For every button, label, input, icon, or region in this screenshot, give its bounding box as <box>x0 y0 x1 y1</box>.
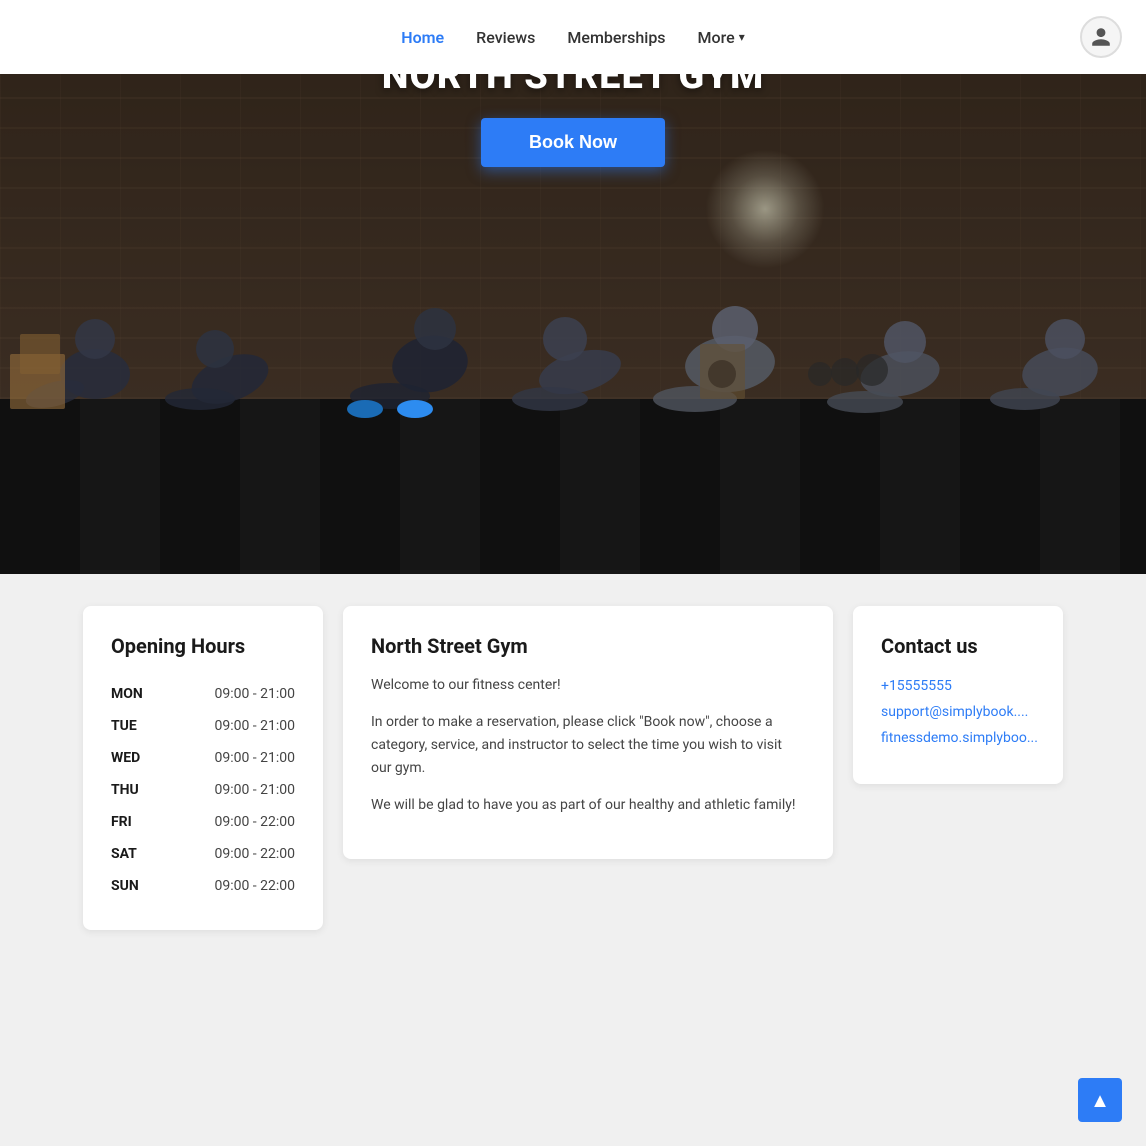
info-welcome: Welcome to our fitness center! <box>371 674 805 697</box>
hours-row: SUN 09:00 - 22:00 <box>111 870 295 902</box>
hours-row: THU 09:00 - 21:00 <box>111 774 295 806</box>
contact-email[interactable]: support@simplybook.... <box>881 704 1035 720</box>
hero-section: NORTH STREET GYM Book Now <box>0 74 1146 574</box>
day-hours: 09:00 - 22:00 <box>214 814 295 830</box>
day-hours: 09:00 - 21:00 <box>214 686 295 702</box>
info-card: North Street Gym Welcome to our fitness … <box>343 606 833 859</box>
nav-links: Home Reviews Memberships More ▾ <box>401 28 744 47</box>
contact-card: Contact us +15555555 support@simplybook.… <box>853 606 1063 784</box>
scroll-top-button[interactable]: ▲ <box>1078 1078 1122 1122</box>
nav-reviews[interactable]: Reviews <box>476 28 535 47</box>
info-paragraph2: We will be glad to have you as part of o… <box>371 794 805 817</box>
hours-row: WED 09:00 - 21:00 <box>111 742 295 774</box>
hero-content: NORTH STREET GYM Book Now <box>0 74 1146 167</box>
hours-row: TUE 09:00 - 21:00 <box>111 710 295 742</box>
hours-row: MON 09:00 - 21:00 <box>111 678 295 710</box>
user-avatar-button[interactable] <box>1080 16 1122 58</box>
day-hours: 09:00 - 21:00 <box>214 750 295 766</box>
day-label: FRI <box>111 814 151 830</box>
day-hours: 09:00 - 21:00 <box>214 718 295 734</box>
hours-table: MON 09:00 - 21:00 TUE 09:00 - 21:00 WED … <box>111 678 295 902</box>
day-hours: 09:00 - 21:00 <box>214 782 295 798</box>
day-hours: 09:00 - 22:00 <box>214 878 295 894</box>
hours-row: SAT 09:00 - 22:00 <box>111 838 295 870</box>
opening-hours-card: Opening Hours MON 09:00 - 21:00 TUE 09:0… <box>83 606 323 930</box>
gym-equipment-svg <box>0 314 1146 434</box>
chevron-down-icon: ▾ <box>739 30 745 44</box>
person-icon <box>1090 26 1112 48</box>
chevron-up-icon: ▲ <box>1090 1088 1110 1113</box>
info-card-title: North Street Gym <box>371 634 805 658</box>
content-section: Opening Hours MON 09:00 - 21:00 TUE 09:0… <box>0 574 1146 978</box>
day-label: THU <box>111 782 151 798</box>
contact-title: Contact us <box>881 634 1035 658</box>
navbar: Home Reviews Memberships More ▾ <box>0 0 1146 74</box>
day-label: SUN <box>111 878 151 894</box>
contact-website[interactable]: fitnessdemo.simplyboo... <box>881 730 1035 746</box>
day-label: WED <box>111 750 151 766</box>
nav-memberships[interactable]: Memberships <box>567 28 665 47</box>
hours-row: FRI 09:00 - 22:00 <box>111 806 295 838</box>
day-label: MON <box>111 686 151 702</box>
info-paragraph1: In order to make a reservation, please c… <box>371 711 805 780</box>
day-hours: 09:00 - 22:00 <box>214 846 295 862</box>
nav-home[interactable]: Home <box>401 28 444 47</box>
day-label: SAT <box>111 846 151 862</box>
opening-hours-title: Opening Hours <box>111 634 295 658</box>
hero-title: NORTH STREET GYM <box>382 74 765 98</box>
book-now-button[interactable]: Book Now <box>481 118 665 167</box>
day-label: TUE <box>111 718 151 734</box>
nav-more[interactable]: More ▾ <box>698 28 745 47</box>
contact-phone[interactable]: +15555555 <box>881 678 1035 694</box>
